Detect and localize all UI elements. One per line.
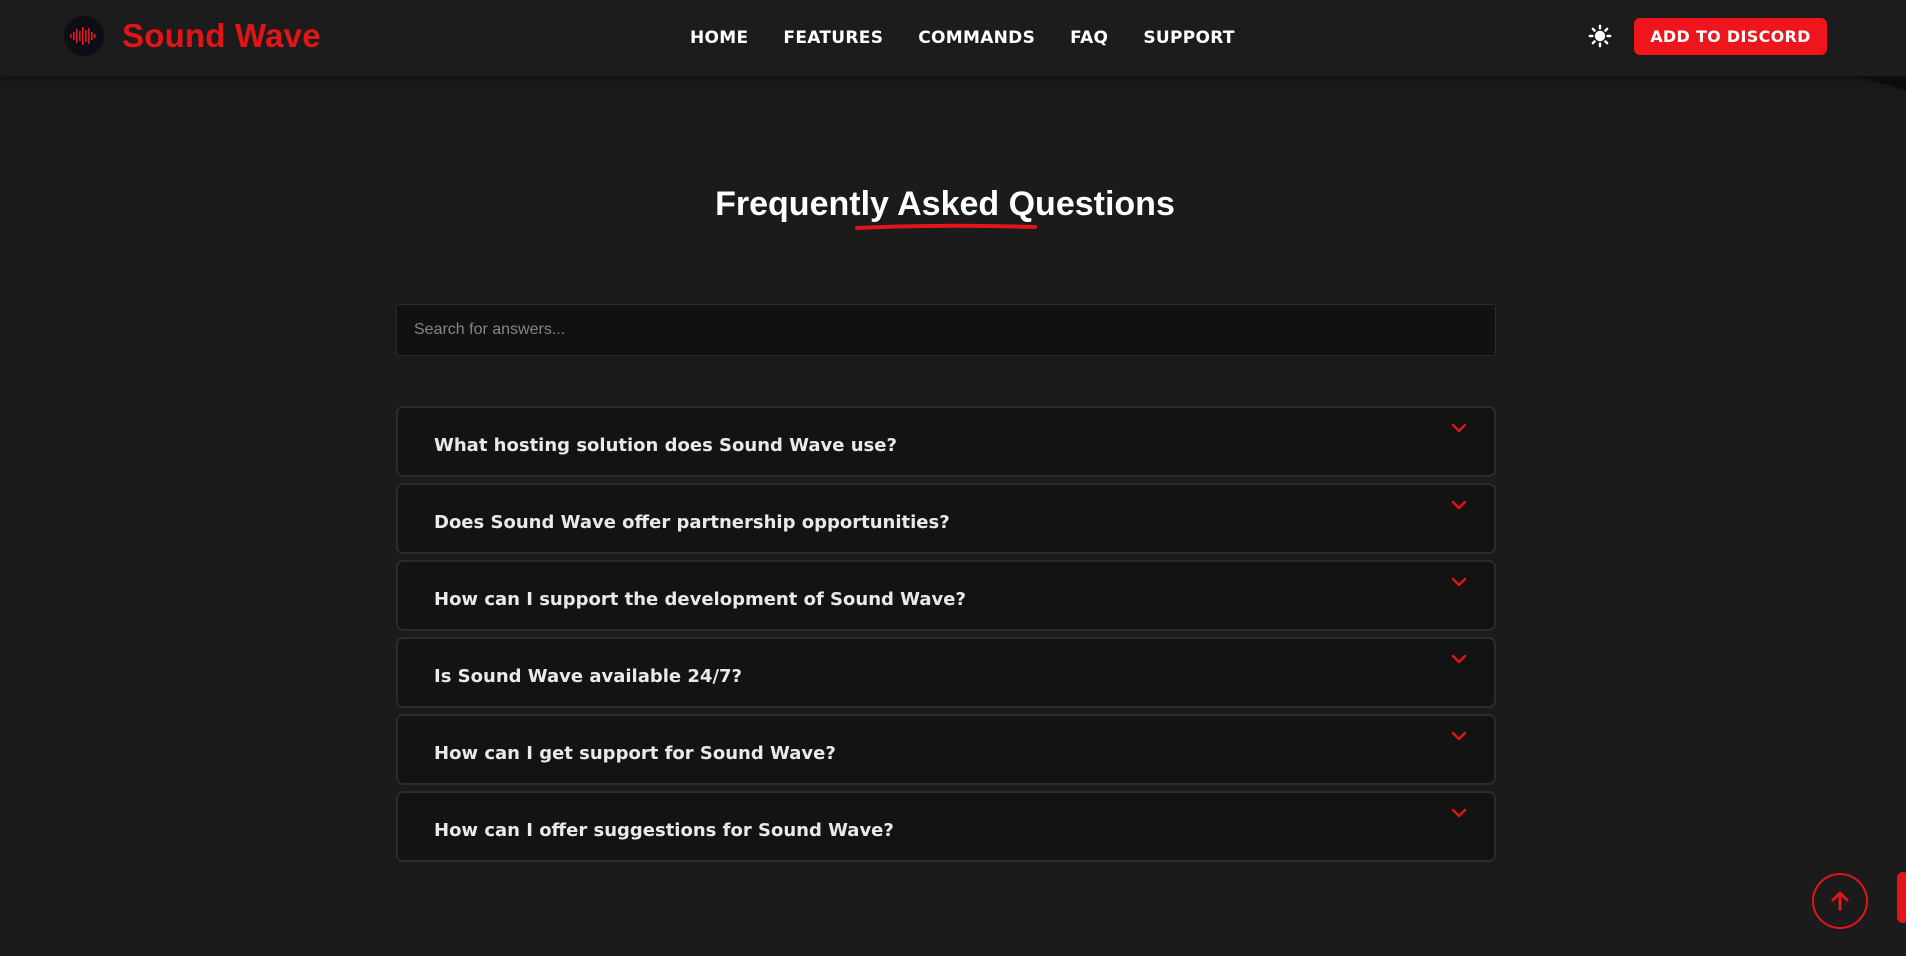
chevron-down-icon <box>1451 654 1467 664</box>
nav-link-support[interactable]: SUPPORT <box>1143 28 1234 48</box>
faq-item[interactable]: How can I get support for Sound Wave? <box>396 714 1496 785</box>
add-to-discord-button[interactable]: ADD TO DISCORD <box>1634 18 1827 55</box>
faq-page-title: Frequently Asked Questions <box>715 185 1175 223</box>
nav-link-home[interactable]: HOME <box>690 28 748 48</box>
faq-question: Does Sound Wave offer partnership opport… <box>434 512 950 533</box>
arrow-up-icon <box>1831 891 1849 911</box>
chevron-down-icon <box>1451 808 1467 818</box>
faq-question: Is Sound Wave available 24/7? <box>434 666 742 687</box>
chevron-down-icon <box>1451 500 1467 510</box>
sun-icon[interactable] <box>1588 24 1612 48</box>
faq-question: How can I offer suggestions for Sound Wa… <box>434 820 894 841</box>
brand[interactable]: Sound Wave <box>64 16 321 56</box>
faq-item[interactable]: What hosting solution does Sound Wave us… <box>396 406 1496 477</box>
faq-list: What hosting solution does Sound Wave us… <box>396 406 1496 868</box>
faq-item[interactable]: How can I support the development of Sou… <box>396 560 1496 631</box>
decorative-corner-shape <box>1856 76 1906 90</box>
nav-link-features[interactable]: FEATURES <box>783 28 883 48</box>
chevron-down-icon <box>1451 423 1467 433</box>
chevron-down-icon <box>1451 577 1467 587</box>
scroll-to-top-button[interactable] <box>1812 873 1868 929</box>
top-navbar: Sound Wave HOME FEATURES COMMANDS FAQ SU… <box>0 0 1906 76</box>
faq-item[interactable]: How can I offer suggestions for Sound Wa… <box>396 791 1496 862</box>
faq-question: How can I support the development of Sou… <box>434 589 966 610</box>
nav-link-faq[interactable]: FAQ <box>1070 28 1108 48</box>
nav-link-commands[interactable]: COMMANDS <box>918 28 1035 48</box>
sound-wave-logo-icon <box>64 16 104 56</box>
brand-name: Sound Wave <box>122 17 321 54</box>
title-underline <box>855 223 1037 230</box>
faq-question: What hosting solution does Sound Wave us… <box>434 435 897 456</box>
page-scrollbar-thumb[interactable] <box>1897 872 1906 923</box>
faq-item[interactable]: Is Sound Wave available 24/7? <box>396 637 1496 708</box>
main-nav: HOME FEATURES COMMANDS FAQ SUPPORT <box>690 28 1270 48</box>
faq-question: How can I get support for Sound Wave? <box>434 743 836 764</box>
chevron-down-icon <box>1451 731 1467 741</box>
faq-item[interactable]: Does Sound Wave offer partnership opport… <box>396 483 1496 554</box>
faq-search-input[interactable] <box>396 304 1496 356</box>
